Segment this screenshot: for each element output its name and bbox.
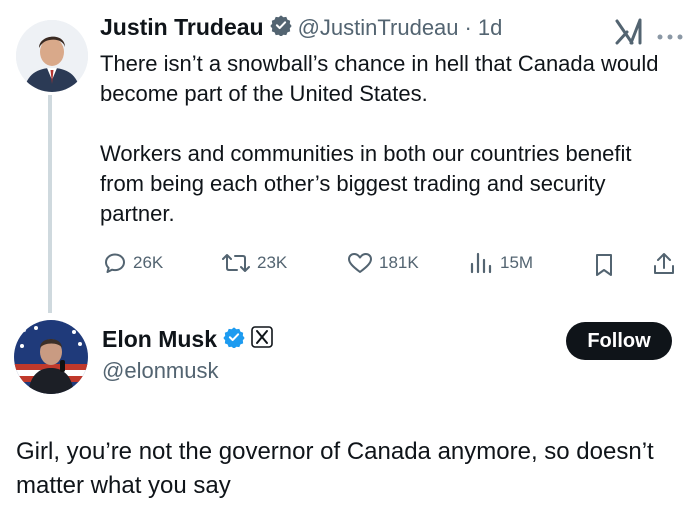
views-count: 15M (500, 253, 534, 272)
repost-icon (221, 251, 251, 275)
views-action[interactable]: 15M (468, 251, 533, 275)
author-name[interactable]: Justin Trudeau (100, 14, 264, 41)
time-separator: · (464, 14, 472, 40)
repost-action[interactable]: 23K (221, 251, 287, 275)
x-affiliate-icon (251, 326, 273, 353)
more-icon[interactable] (656, 28, 684, 46)
reply-text: Girl, you’re not the governor of Canada … (16, 438, 654, 499)
follow-button[interactable]: Follow (566, 322, 672, 360)
tweet-header: Justin Trudeau @JustinTrudeau · 1d (100, 14, 502, 41)
avatar-elon-musk[interactable] (14, 320, 88, 394)
tweet-text: There isn’t a snowball’s chance in hell … (100, 51, 659, 226)
like-count: 181K (379, 253, 419, 272)
reply-action[interactable]: 26K (103, 251, 163, 275)
author-handle[interactable]: @JustinTrudeau (298, 15, 459, 41)
thread-connector-line (48, 95, 52, 313)
verified-badge-icon (223, 326, 245, 353)
reply-count: 26K (133, 253, 164, 272)
bookmark-icon[interactable] (593, 252, 615, 283)
share-icon[interactable] (651, 251, 677, 282)
repost-count: 23K (257, 253, 288, 272)
reply-author-handle[interactable]: @elonmusk (102, 358, 219, 384)
reply-author-name[interactable]: Elon Musk (102, 326, 217, 353)
like-action[interactable]: 181K (347, 251, 419, 275)
reply-header: Elon Musk (102, 326, 273, 353)
tweet-timestamp[interactable]: 1d (478, 15, 502, 41)
verified-badge-icon (269, 14, 292, 41)
avatar-justin-trudeau[interactable] (16, 20, 88, 92)
like-icon (347, 251, 373, 275)
reply-icon (103, 251, 127, 275)
grok-icon[interactable] (614, 18, 644, 51)
views-icon (468, 251, 494, 275)
